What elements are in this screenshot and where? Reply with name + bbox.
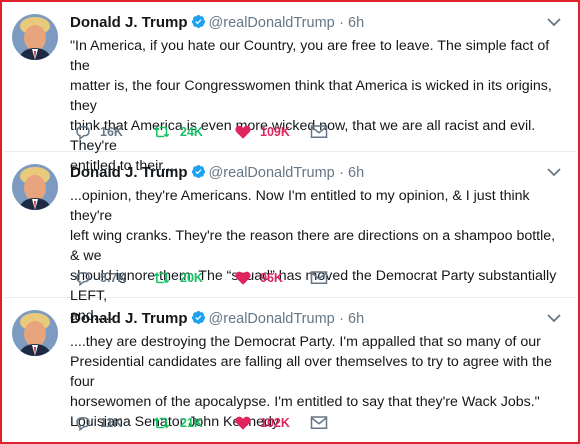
tweet-actions: 16K 24K 109K [74,121,394,143]
chevron-down-icon[interactable] [546,12,562,32]
envelope-icon [310,271,328,284]
heart-icon [235,416,251,430]
like-button[interactable]: 109K [234,121,290,143]
like-count: 96K [260,271,283,285]
retweet-button[interactable]: 24K [152,121,203,143]
chevron-down-icon[interactable] [546,308,562,328]
tweet-actions: 5.7K 20K 96K [74,267,394,289]
like-button[interactable]: 102K [234,412,290,434]
tweet-actions: 11K 21K 102K [74,412,394,434]
verified-badge-icon [191,164,205,179]
retweet-count: 21K [180,416,203,430]
avatar[interactable] [12,310,58,356]
author-handle[interactable]: @realDonaldTrump [209,165,335,181]
tweet-header: Donald J. Trump @realDonaldTrump · 6h [70,308,566,330]
tweet-header: Donald J. Trump @realDonaldTrump · 6h [70,162,566,184]
envelope-icon [310,125,328,138]
direct-message-button[interactable] [310,121,328,143]
retweet-count: 24K [180,125,203,139]
tweet-header: Donald J. Trump @realDonaldTrump · 6h [70,12,566,34]
reply-button[interactable]: 16K [74,121,123,143]
author-name[interactable]: Donald J. Trump [70,310,188,327]
screenshot-frame: Donald J. Trump @realDonaldTrump · 6h "In… [0,0,580,444]
like-count: 102K [260,416,290,430]
reply-icon [76,271,90,287]
heart-icon [235,125,251,139]
avatar[interactable] [12,14,58,60]
timestamp[interactable]: · 6h [339,15,364,31]
timestamp[interactable]: · 6h [339,165,364,181]
direct-message-button[interactable] [310,267,328,289]
chevron-down-icon[interactable] [546,162,562,182]
avatar[interactable] [12,164,58,210]
heart-icon [235,271,251,285]
direct-message-button[interactable] [310,412,328,434]
tweet[interactable]: Donald J. Trump @realDonaldTrump · 6h ...… [4,298,576,442]
tweet[interactable]: Donald J. Trump @realDonaldTrump · 6h ...… [4,152,576,324]
retweet-button[interactable]: 20K [152,267,203,289]
reply-button[interactable]: 5.7K [74,267,126,289]
retweet-icon [153,416,170,429]
author-name[interactable]: Donald J. Trump [70,14,188,31]
like-count: 109K [260,125,290,139]
retweet-icon [153,271,170,284]
like-button[interactable]: 96K [234,267,283,289]
reply-icon [76,125,90,141]
verified-badge-icon [191,14,205,29]
reply-icon [76,416,90,432]
reply-count: 5.7K [100,271,127,285]
envelope-icon [310,416,328,429]
timestamp[interactable]: · 6h [339,311,364,327]
retweet-button[interactable]: 21K [152,412,203,434]
reply-button[interactable]: 11K [74,412,122,434]
tweet[interactable]: Donald J. Trump @realDonaldTrump · 6h "In… [4,2,576,174]
author-handle[interactable]: @realDonaldTrump [209,311,335,327]
reply-count: 11K [100,416,123,430]
author-name[interactable]: Donald J. Trump [70,164,188,181]
author-handle[interactable]: @realDonaldTrump [209,15,335,31]
retweet-icon [153,125,170,138]
retweet-count: 20K [180,271,203,285]
verified-badge-icon [191,310,205,325]
reply-count: 16K [100,125,123,139]
